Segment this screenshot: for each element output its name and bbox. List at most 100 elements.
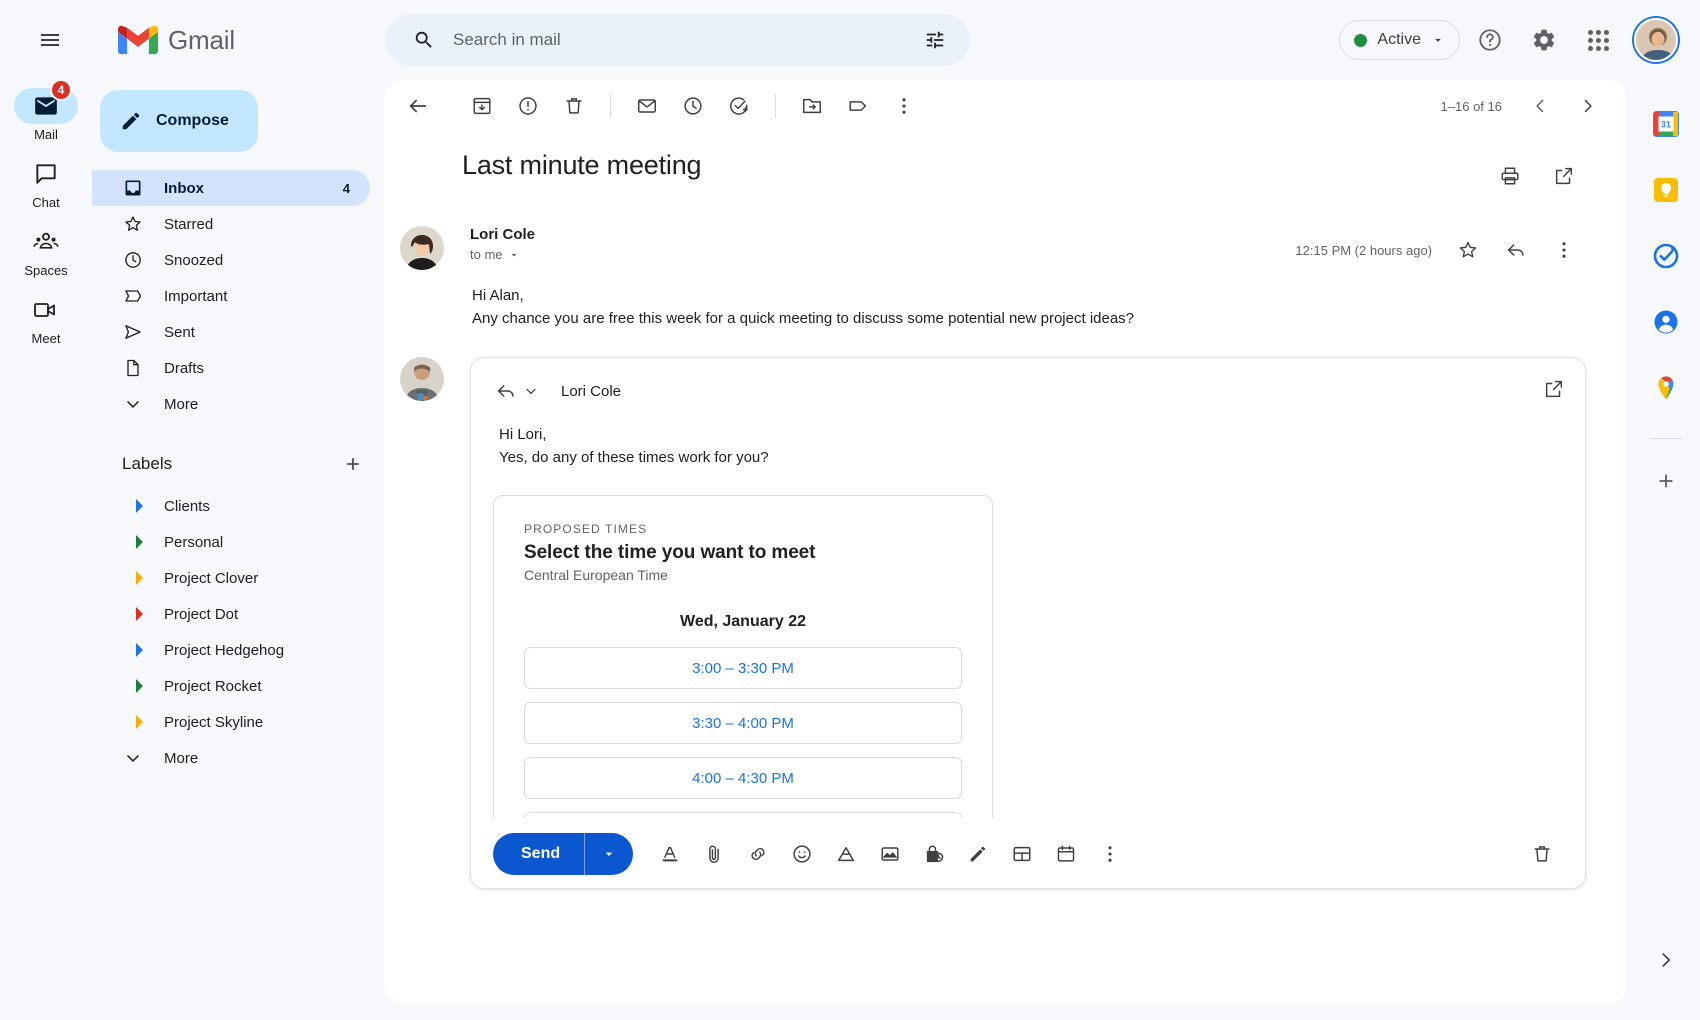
chevron-right-icon[interactable] bbox=[1644, 938, 1688, 982]
confidential-mode-icon[interactable] bbox=[913, 833, 955, 875]
gear-icon[interactable] bbox=[1520, 16, 1568, 64]
sidebar-item-label: Snoozed bbox=[164, 252, 370, 269]
app-rail: 4 Mail Chat Spaces bbox=[0, 80, 92, 1020]
time-slot[interactable]: 3:30 – 4:00 PM bbox=[524, 702, 962, 744]
sidebar-item-drafts[interactable]: Drafts bbox=[92, 350, 370, 386]
sidebar-item-label: More bbox=[164, 396, 370, 413]
account-avatar[interactable] bbox=[1634, 18, 1678, 62]
google-calendar-icon[interactable]: 31 bbox=[1644, 102, 1688, 146]
recipient-row[interactable]: to me bbox=[470, 247, 1295, 262]
label-item-clients[interactable]: Clients bbox=[92, 488, 370, 524]
more-vertical-icon[interactable] bbox=[882, 84, 926, 128]
time-slot[interactable]: 3:00 – 3:30 PM bbox=[524, 647, 962, 689]
more-vertical-icon[interactable] bbox=[1089, 833, 1131, 875]
label-item-personal[interactable]: Personal bbox=[92, 524, 370, 560]
rail-item-meet[interactable]: Meet bbox=[6, 292, 86, 346]
back-arrow-icon[interactable] bbox=[396, 84, 440, 128]
send-button[interactable]: Send bbox=[493, 833, 633, 875]
sidebar-item-snoozed[interactable]: Snoozed bbox=[92, 242, 370, 278]
label-tag-icon[interactable] bbox=[836, 84, 880, 128]
labels-more[interactable]: More bbox=[92, 740, 370, 776]
gmail-logo[interactable]: Gmail bbox=[100, 25, 385, 56]
search-options-icon[interactable] bbox=[914, 19, 956, 61]
emoji-icon[interactable] bbox=[781, 833, 823, 875]
reply-type-selector[interactable] bbox=[495, 380, 539, 402]
search-icon[interactable] bbox=[403, 19, 445, 61]
inbox-count: 4 bbox=[343, 181, 370, 196]
search-bar[interactable] bbox=[385, 14, 970, 66]
insert-layout-icon[interactable] bbox=[1001, 833, 1043, 875]
compose-button[interactable]: Compose bbox=[100, 90, 258, 152]
sidebar-item-label: Drafts bbox=[164, 360, 370, 377]
label-tag-icon bbox=[122, 499, 144, 513]
reply-arrow-icon[interactable] bbox=[1494, 228, 1538, 272]
chevron-down-icon bbox=[523, 383, 539, 399]
format-text-icon[interactable] bbox=[649, 833, 691, 875]
signature-pen-icon[interactable] bbox=[957, 833, 999, 875]
pencil-icon bbox=[120, 110, 142, 132]
label-item-project-skyline[interactable]: Project Skyline bbox=[92, 704, 370, 740]
chevron-left-icon[interactable] bbox=[1518, 84, 1562, 128]
labels-more-label: More bbox=[164, 750, 370, 767]
recipient-label: to me bbox=[470, 247, 503, 262]
open-in-new-icon[interactable] bbox=[1542, 154, 1586, 198]
report-spam-icon[interactable] bbox=[506, 84, 550, 128]
archive-icon[interactable] bbox=[460, 84, 504, 128]
apps-grid-icon[interactable] bbox=[1574, 16, 1622, 64]
discard-draft-trash-icon[interactable] bbox=[1521, 833, 1563, 875]
google-contacts-icon[interactable] bbox=[1644, 300, 1688, 344]
sidebar-item-sent[interactable]: Sent bbox=[92, 314, 370, 350]
rail-item-mail[interactable]: 4 Mail bbox=[6, 88, 86, 142]
google-keep-icon[interactable] bbox=[1644, 168, 1688, 212]
calendar-invite-icon[interactable] bbox=[1045, 833, 1087, 875]
hamburger-icon[interactable] bbox=[24, 14, 76, 66]
google-tasks-icon[interactable] bbox=[1644, 234, 1688, 278]
rail-item-chat[interactable]: Chat bbox=[6, 156, 86, 210]
compose-body[interactable]: Hi Lori, Yes, do any of these times work… bbox=[471, 405, 1585, 470]
plus-icon[interactable] bbox=[1644, 459, 1688, 503]
mail-toolbar: 1–16 of 16 bbox=[384, 80, 1626, 132]
google-maps-icon[interactable] bbox=[1644, 366, 1688, 410]
mark-unread-icon[interactable] bbox=[625, 84, 669, 128]
label-item-project-hedgehog[interactable]: Project Hedgehog bbox=[92, 632, 370, 668]
insert-photo-icon[interactable] bbox=[869, 833, 911, 875]
chevron-down-icon bbox=[508, 249, 520, 261]
rail-item-spaces[interactable]: Spaces bbox=[6, 224, 86, 278]
sidebar-item-important[interactable]: Important bbox=[92, 278, 370, 314]
label-tag-icon bbox=[122, 643, 144, 657]
label-item-project-dot[interactable]: Project Dot bbox=[92, 596, 370, 632]
proposed-times-eyebrow: PROPOSED TIMES bbox=[524, 522, 962, 536]
print-icon[interactable] bbox=[1488, 154, 1532, 198]
sidebar-item-label: Starred bbox=[164, 216, 370, 233]
send-options-chevron-down-icon[interactable] bbox=[585, 833, 633, 875]
message-body-line-1: Hi Alan, bbox=[472, 284, 1586, 307]
snooze-clock-icon[interactable] bbox=[671, 84, 715, 128]
label-item-label: Project Skyline bbox=[164, 714, 370, 731]
label-item-project-rocket[interactable]: Project Rocket bbox=[92, 668, 370, 704]
rail-item-label: Meet bbox=[32, 331, 61, 346]
google-drive-icon[interactable] bbox=[825, 833, 867, 875]
label-item-label: Personal bbox=[164, 534, 370, 551]
search-input[interactable] bbox=[445, 30, 914, 50]
toolbar-divider bbox=[610, 94, 611, 118]
add-to-tasks-icon[interactable] bbox=[717, 84, 761, 128]
plus-icon[interactable] bbox=[336, 447, 370, 481]
compose-recipient[interactable]: Lori Cole bbox=[561, 383, 621, 400]
star-outline-icon[interactable] bbox=[1446, 228, 1490, 272]
time-slot[interactable]: 4:00 – 4:30 PM bbox=[524, 757, 962, 799]
open-in-new-icon[interactable] bbox=[1543, 378, 1565, 405]
help-icon[interactable] bbox=[1466, 16, 1514, 64]
sidebar-item-more[interactable]: More bbox=[92, 386, 370, 422]
sidebar-item-starred[interactable]: Starred bbox=[92, 206, 370, 242]
reply-arrow-icon bbox=[495, 380, 517, 402]
insert-link-icon[interactable] bbox=[737, 833, 779, 875]
chat-icon bbox=[14, 156, 78, 192]
more-vertical-icon[interactable] bbox=[1542, 228, 1586, 272]
label-item-project-clover[interactable]: Project Clover bbox=[92, 560, 370, 596]
chevron-right-icon[interactable] bbox=[1566, 84, 1610, 128]
attach-file-icon[interactable] bbox=[693, 833, 735, 875]
move-to-folder-icon[interactable] bbox=[790, 84, 834, 128]
trash-icon[interactable] bbox=[552, 84, 596, 128]
status-active-button[interactable]: Active bbox=[1339, 20, 1460, 60]
sidebar-item-inbox[interactable]: Inbox 4 bbox=[92, 170, 370, 206]
